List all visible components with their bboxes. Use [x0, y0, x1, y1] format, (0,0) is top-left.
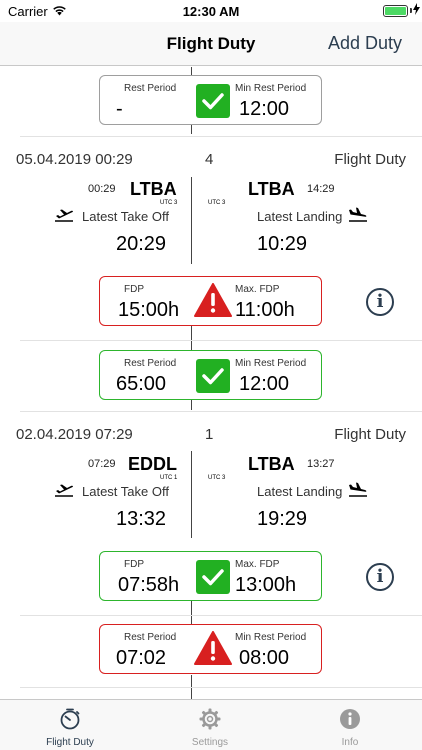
fdp-label: FDP — [124, 559, 144, 570]
rest-period-card[interactable]: Rest Period - Min Rest Period 12:00 — [99, 75, 322, 125]
arrival-utc: UTC 3 — [208, 200, 226, 206]
min-rest-period-value: 12:00 — [239, 373, 290, 395]
duty-type: Flight Duty — [334, 151, 406, 168]
fdp-card[interactable]: FDP 15:00h Max. FDP 11:00h — [99, 276, 322, 326]
divider — [20, 340, 422, 341]
rest-period-value: 07:02 — [116, 647, 167, 669]
departure-time: 00:29 — [88, 183, 116, 195]
tab-flight-duty[interactable]: Flight Duty — [0, 700, 140, 750]
departure-time: 07:29 — [88, 458, 116, 470]
departure-station: EDDL — [128, 454, 177, 474]
divider — [20, 136, 422, 137]
tab-bar: Flight Duty Settings Info — [0, 699, 422, 750]
stopwatch-icon — [59, 708, 81, 730]
min-rest-period-value: 08:00 — [239, 647, 290, 669]
clock: 12:30 AM — [182, 4, 240, 19]
divider — [20, 687, 422, 688]
duty-sector-count: 1 — [205, 426, 214, 443]
duty-type: Flight Duty — [334, 426, 406, 443]
gear-icon — [199, 708, 221, 730]
departure-utc: UTC 3 — [160, 200, 178, 206]
warning-icon — [194, 283, 232, 317]
fdp-info-icon[interactable]: i — [366, 288, 394, 316]
max-fdp-label: Max. FDP — [235, 559, 280, 570]
rest-period-label: Rest Period — [124, 358, 177, 369]
latest-landing-label: Latest Landing — [257, 484, 343, 499]
arrival-utc: UTC 3 — [208, 475, 226, 481]
arrival-station: LTBA — [248, 179, 295, 199]
fdp-value: 07:58h — [118, 574, 180, 596]
min-rest-period-label: Min Rest Period — [235, 358, 307, 369]
divider — [20, 411, 422, 412]
check-icon — [196, 560, 230, 594]
latest-landing-time: 19:29 — [257, 508, 308, 530]
fdp-info-icon[interactable]: i — [366, 563, 394, 591]
battery-cap — [410, 8, 412, 13]
rest-period-label: Rest Period — [124, 83, 177, 94]
arrival-time: 14:29 — [307, 183, 335, 195]
tab-label: Flight Duty — [46, 737, 94, 748]
latest-landing-label: Latest Landing — [257, 209, 343, 224]
fdp-label: FDP — [124, 284, 144, 295]
check-icon — [196, 359, 230, 393]
duty-date: 05.04.2019 00:29 — [16, 151, 133, 168]
fdp-value: 15:00h — [118, 299, 180, 321]
fdp-card[interactable]: FDP 07:58h Max. FDP 13:00h — [99, 551, 322, 601]
takeoff-icon — [54, 208, 74, 229]
landing-icon — [348, 207, 368, 228]
latest-takeoff-label: Latest Take Off — [82, 484, 169, 499]
max-fdp-label: Max. FDP — [235, 284, 280, 295]
landing-icon — [348, 482, 368, 503]
tab-settings[interactable]: Settings — [140, 700, 280, 750]
tab-info[interactable]: Info — [280, 700, 420, 750]
duty-sector-count: 4 — [205, 151, 214, 168]
status-bar: Carrier 12:30 AM — [0, 0, 422, 22]
takeoff-icon — [54, 483, 74, 504]
rest-period-value: - — [116, 98, 123, 120]
min-rest-period-label: Min Rest Period — [235, 632, 307, 643]
divider — [20, 615, 422, 616]
latest-takeoff-time: 20:29 — [116, 233, 167, 255]
arrival-station: LTBA — [248, 454, 295, 474]
rest-period-card[interactable]: Rest Period 07:02 Min Rest Period 08:00 — [99, 624, 322, 674]
timeline-line — [191, 177, 192, 264]
latest-takeoff-time: 13:32 — [116, 508, 167, 530]
info-icon — [339, 708, 361, 730]
departure-utc: UTC 1 — [160, 475, 178, 481]
navigation-bar: Flight Duty Add Duty — [0, 22, 422, 66]
timeline-line — [191, 451, 192, 538]
rest-period-value: 65:00 — [116, 373, 167, 395]
duty-date: 02.04.2019 07:29 — [16, 426, 133, 443]
check-icon — [196, 84, 230, 118]
charging-icon — [413, 3, 420, 18]
latest-landing-time: 10:29 — [257, 233, 308, 255]
max-fdp-value: 13:00h — [235, 574, 297, 596]
max-fdp-value: 11:00h — [235, 299, 295, 321]
min-rest-period-value: 12:00 — [239, 98, 290, 120]
timeline-line — [191, 599, 192, 624]
departure-station: LTBA — [130, 179, 177, 199]
add-duty-button[interactable]: Add Duty — [328, 33, 402, 54]
warning-icon — [194, 631, 232, 665]
tab-label: Settings — [191, 737, 229, 748]
tab-label: Info — [341, 737, 359, 748]
duty-list[interactable]: Rest Period - Min Rest Period 12:00 05.0… — [0, 67, 422, 699]
min-rest-period-label: Min Rest Period — [235, 83, 307, 94]
latest-takeoff-label: Latest Take Off — [82, 209, 169, 224]
rest-period-card[interactable]: Rest Period 65:00 Min Rest Period 12:00 — [99, 350, 322, 400]
battery-icon — [383, 5, 408, 17]
arrival-time: 13:27 — [307, 458, 335, 470]
rest-period-label: Rest Period — [124, 632, 177, 643]
